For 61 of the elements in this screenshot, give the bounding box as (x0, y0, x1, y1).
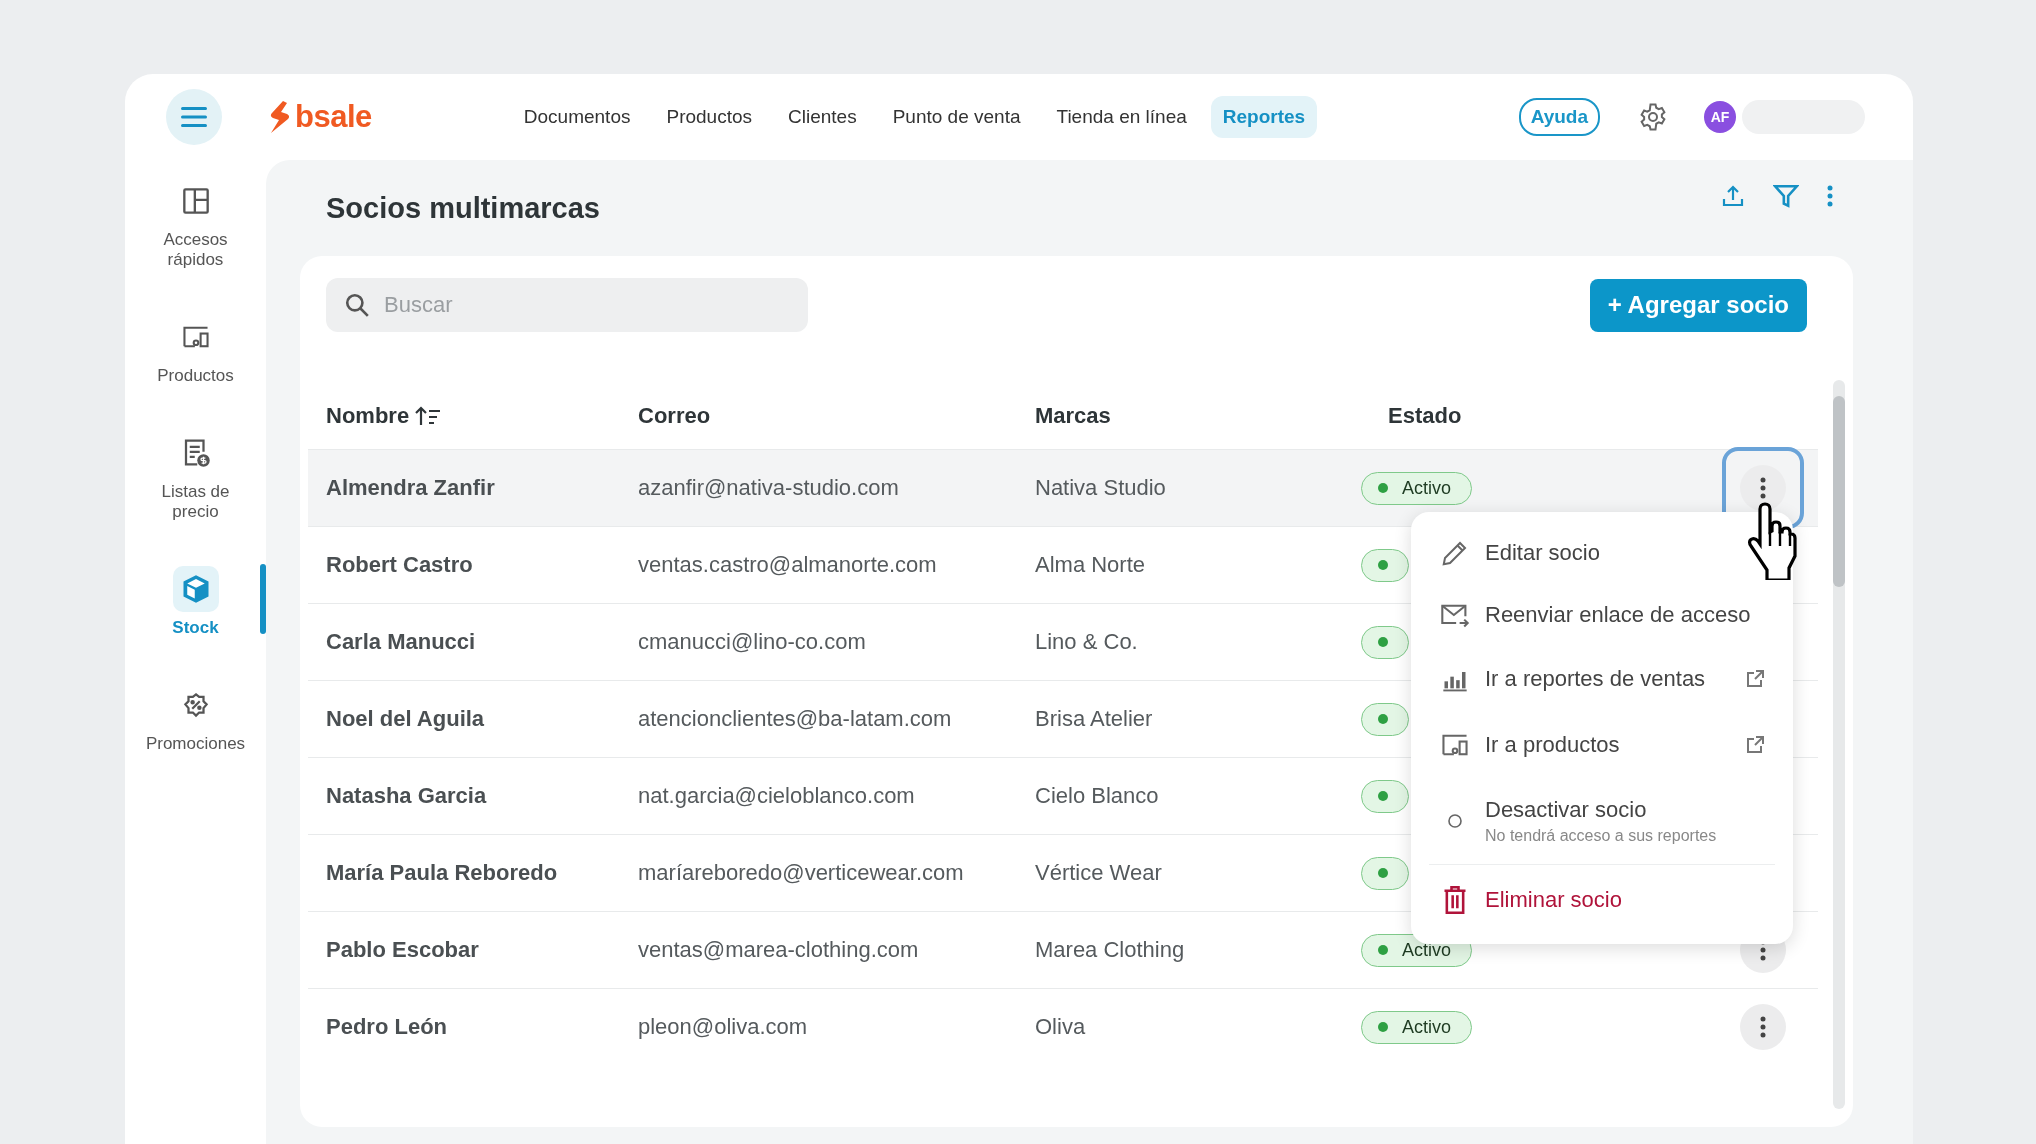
table-cell-text: maríareboredo@verticewear.com (638, 860, 965, 886)
search-icon (344, 292, 370, 318)
table-cell-text: Alma Norte (1035, 552, 1147, 578)
table-cell-text: azanfir@nativa-studio.com (638, 475, 900, 501)
upload-icon[interactable] (1721, 184, 1745, 208)
layout-icon (181, 187, 210, 215)
column-header: Estado (1388, 403, 1462, 429)
nav-tab[interactable]: Tienda en línea (1044, 96, 1199, 138)
table-cell-text: pleon@oliva.com (638, 1014, 809, 1040)
menu-button[interactable] (166, 89, 222, 145)
more-icon (1760, 477, 1766, 499)
nav-tab[interactable]: Punto de venta (880, 96, 1033, 138)
brand-name: bsale (295, 99, 372, 135)
sidebar-item[interactable]: Stock (125, 566, 266, 638)
column-header: Marcas (1035, 403, 1111, 429)
table-cell-text: Brisa Atelier (1035, 706, 1154, 732)
table-cell-text: Cielo Blanco (1035, 783, 1160, 809)
table-cell-text: María Paula Reboredo (326, 860, 559, 886)
nav-tab[interactable]: Clientes (776, 96, 869, 138)
table-cell-text: Natasha Garcia (326, 783, 488, 809)
sort-icon[interactable] (415, 405, 442, 427)
table-cell-text: Noel del Aguila (326, 706, 486, 732)
status-badge: Activo (1361, 471, 1473, 505)
menu-icon (181, 107, 207, 127)
table-cell-text: Oliva (1035, 1014, 1087, 1040)
table-cell-text: Carla Manucci (326, 629, 477, 655)
filter-icon[interactable] (1773, 183, 1799, 209)
sidebar-item[interactable]: Listas de precio (125, 430, 266, 522)
table-cell-text: atencionclientes@ba-latam.com (638, 706, 953, 732)
trash-icon (1443, 885, 1467, 914)
settings-icon[interactable] (1638, 102, 1668, 132)
page-title: Socios multimarcas (326, 191, 600, 225)
column-header[interactable]: Nombre (326, 403, 410, 429)
table-cell-text: Almendra Zanfir (326, 475, 496, 501)
scrollbar[interactable] (1833, 380, 1845, 1109)
more-icon (1760, 1016, 1766, 1038)
more-button[interactable] (1740, 1004, 1786, 1050)
sidebar-item[interactable]: Promociones (125, 682, 266, 754)
user-avatar[interactable]: AF (1704, 101, 1736, 133)
table-cell-text: Robert Castro (326, 552, 474, 578)
search-field[interactable]: Buscar (326, 278, 808, 332)
table-cell-text: Nativa Studio (1035, 475, 1167, 501)
sidebar-item[interactable]: Accesos rápidos (125, 178, 266, 270)
circle-icon (1447, 813, 1463, 829)
table-cell-text: Lino & Co. (1035, 629, 1139, 655)
table-cell-text: ventas@marea-clothing.com (638, 937, 920, 963)
table-cell-text: Pablo Escobar (326, 937, 480, 963)
table-cell-text: Pedro León (326, 1014, 448, 1040)
more-icon (1827, 185, 1833, 207)
table-cell-text: nat.garcia@cieloblanco.com (638, 783, 916, 809)
nav-tab[interactable]: Documentos (511, 96, 643, 138)
nav-tab[interactable]: Productos (654, 96, 764, 138)
table-cell-text: ventas.castro@almanorte.com (638, 552, 938, 578)
table-row[interactable]: Almendra Zanfir azanfir@nativa-studio.com Nativa Studio Activo (308, 449, 1818, 526)
column-header: Correo (638, 403, 711, 429)
sidebar-item[interactable]: Productos (125, 314, 266, 386)
table-cell-text: Vértice Wear (1035, 860, 1163, 886)
table-cell-text: Marea Clothing (1035, 937, 1186, 963)
logo-icon (269, 101, 291, 133)
status-badge: Activo (1361, 1010, 1473, 1044)
table-cell-text: cmanucci@lino-co.com (638, 629, 867, 655)
